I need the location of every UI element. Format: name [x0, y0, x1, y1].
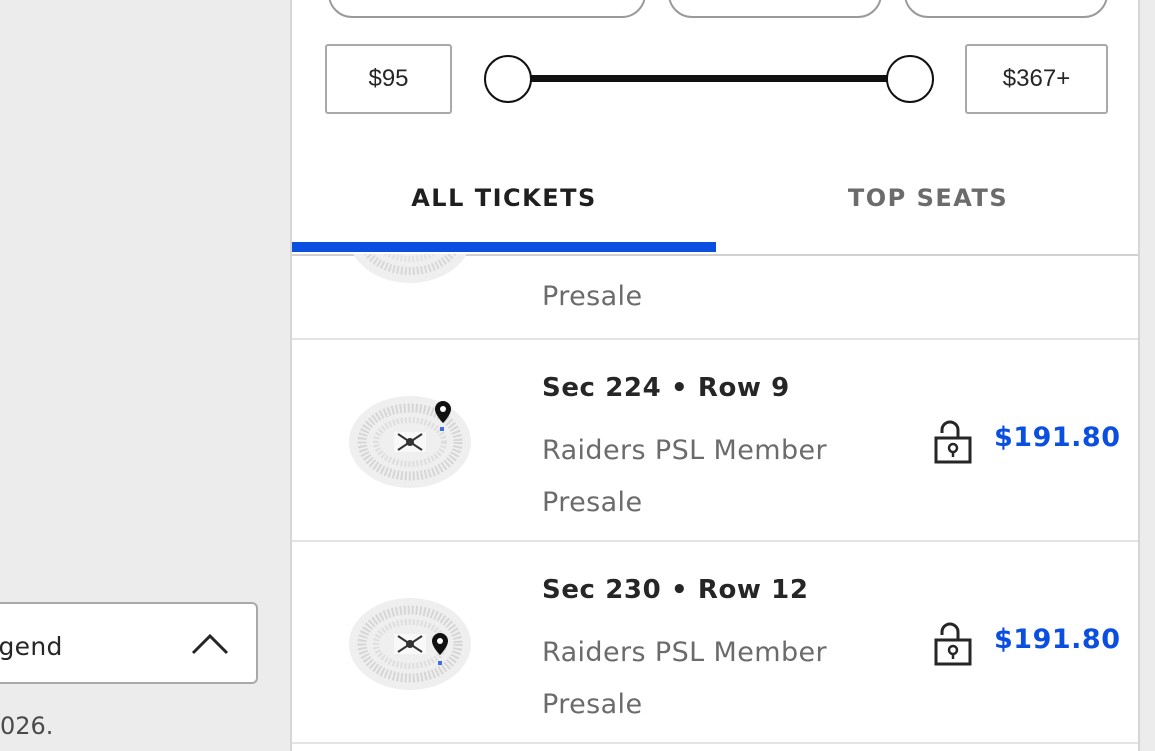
ticket-row[interactable]: Presale	[292, 254, 1138, 340]
ticket-price[interactable]: $191.80	[994, 422, 1120, 453]
legend-label: Legend	[0, 632, 63, 661]
map-footer-text: 026.	[0, 712, 54, 740]
section-row-label: Sec 224 • Row 9	[542, 373, 790, 403]
filter-pill[interactable]	[668, 0, 882, 18]
ticket-panel: $95 $367+ ALL TICKETS TOP SEATS Presale	[290, 0, 1140, 751]
slider-track	[506, 75, 912, 82]
seat-map-thumbnail	[353, 254, 467, 283]
seat-map-thumbnail	[349, 598, 471, 690]
section-row-label: Sec 230 • Row 12	[542, 575, 809, 605]
ticket-description: Presale	[542, 689, 643, 720]
seat-map-thumbnail	[349, 396, 471, 488]
legend-toggle[interactable]: Legend	[0, 602, 258, 684]
ticket-description: Raiders PSL Member	[542, 435, 828, 466]
ticket-info: Presale	[542, 271, 642, 323]
ticket-row[interactable]: Sec 230 • Row 12 Raiders PSL Member Pres…	[292, 542, 1138, 744]
tab-top-seats[interactable]: TOP SEATS	[716, 160, 1138, 254]
ticket-info: Sec 230 • Row 12 Raiders PSL Member Pres…	[542, 575, 827, 731]
unlocked-padlock-icon	[934, 420, 972, 464]
ticket-row[interactable]: Sec 224 • Row 9 Raiders PSL Member Presa…	[292, 340, 1138, 542]
ticket-description: Raiders PSL Member	[542, 637, 828, 668]
unlocked-padlock-icon	[934, 622, 972, 666]
price-range-slider[interactable]	[484, 55, 934, 103]
ticket-info: Sec 224 • Row 9 Raiders PSL Member Presa…	[542, 373, 827, 529]
price-max-field[interactable]: $367+	[965, 44, 1108, 114]
chevron-up-icon	[191, 633, 229, 655]
filter-pill[interactable]	[904, 0, 1108, 18]
ticket-description: Presale	[542, 487, 643, 518]
ticket-description: Presale	[542, 281, 643, 312]
ticket-tabs: ALL TICKETS TOP SEATS	[292, 160, 1138, 256]
tab-all-tickets[interactable]: ALL TICKETS	[292, 160, 716, 254]
active-tab-indicator	[292, 242, 716, 252]
ticket-price[interactable]: $191.80	[994, 624, 1120, 655]
price-min-field[interactable]: $95	[325, 44, 452, 114]
ticket-list[interactable]: Presale Sec 224 • Row 9 Raiders PSL Memb…	[292, 254, 1138, 751]
slider-handle-min[interactable]	[484, 55, 532, 103]
slider-handle-max[interactable]	[886, 55, 934, 103]
filter-pill[interactable]	[328, 0, 646, 18]
unlocked-padlock-icon	[934, 254, 972, 292]
